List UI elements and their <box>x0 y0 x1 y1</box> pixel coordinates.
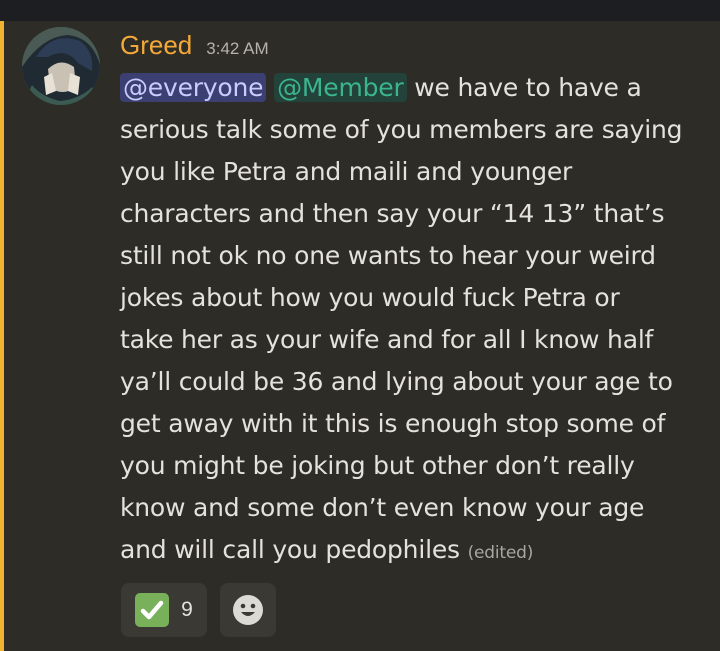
message-text-line: take her as your wife and for all I know… <box>120 325 654 354</box>
message-text-line: we have to have a <box>406 73 642 102</box>
message-header: Greed 3:42 AM <box>120 30 269 64</box>
message-text-line: and will call you pedophiles <box>120 535 460 564</box>
message-text-line: serious talk some of you members are say… <box>120 115 683 144</box>
mention-highlight-bar <box>0 21 4 651</box>
message-text-line: jokes about how you would fuck Petra or <box>120 283 620 312</box>
reaction-check-mark[interactable]: 9 <box>121 583 207 637</box>
reactions-bar: 9 <box>121 583 276 637</box>
add-reaction-smiley-icon <box>233 595 263 625</box>
top-bar <box>0 0 720 21</box>
message-text-line: characters and then say your “14 13” tha… <box>120 199 665 228</box>
avatar-image <box>22 27 100 105</box>
edited-label: (edited) <box>467 543 534 563</box>
check-mark-icon <box>135 593 170 627</box>
avatar[interactable] <box>22 27 100 105</box>
message-content: @everyone @Member we have to have a seri… <box>120 67 705 574</box>
add-reaction-button[interactable] <box>220 583 276 637</box>
message-text-line: get away with it this is enough stop som… <box>120 409 666 438</box>
message-text-line: you might be joking but other don’t real… <box>120 451 635 480</box>
message-text-line: ya’ll could be 36 and lying about your a… <box>120 367 673 396</box>
author-name[interactable]: Greed <box>120 30 192 61</box>
message-text-line: still not ok no one wants to hear your w… <box>120 241 656 270</box>
mention-member-role[interactable]: @Member <box>274 73 407 102</box>
message-text-line: you like Petra and maili and younger <box>120 157 573 186</box>
timestamp[interactable]: 3:42 AM <box>206 39 268 59</box>
message-text-line: know and some don’t even know your age <box>120 493 645 522</box>
mention-everyone[interactable]: @everyone <box>120 73 267 102</box>
chat-message[interactable]: Greed 3:42 AM @everyone @Member we have … <box>0 21 720 651</box>
reaction-count: 9 <box>181 598 193 621</box>
